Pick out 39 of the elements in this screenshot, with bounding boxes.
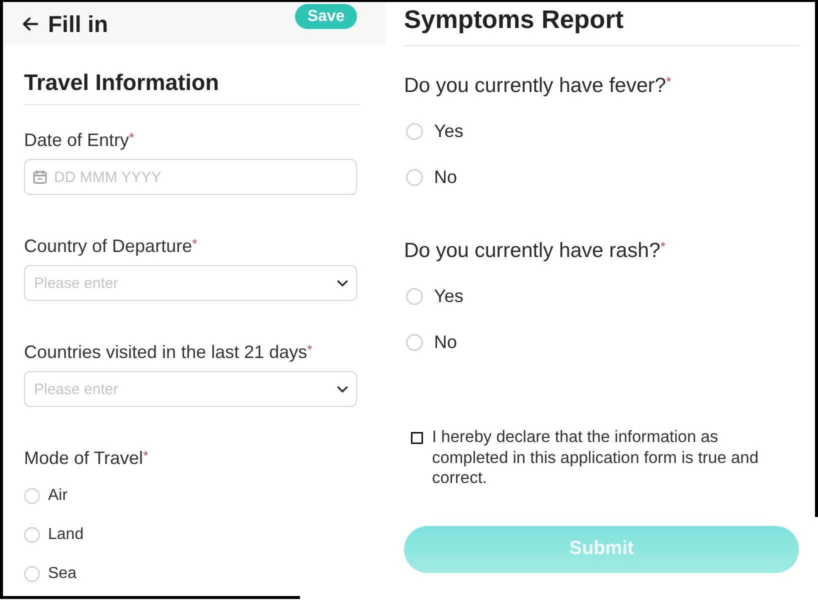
field-label: Countries visited in the last 21 days	[24, 341, 308, 364]
declaration-checkbox[interactable]	[411, 432, 423, 444]
required-asterisk: *	[666, 75, 672, 88]
field-label: Do you currently have rash?	[404, 238, 660, 264]
option-label: Sea	[48, 564, 76, 584]
field-label: Date of Entry	[24, 129, 130, 152]
section-title: Symptoms Report	[404, 5, 624, 36]
required-asterisk: *	[307, 343, 312, 356]
required-asterisk: *	[143, 449, 148, 462]
radio-button[interactable]	[24, 527, 40, 543]
page-title: Fill in	[48, 10, 108, 38]
option-label: No	[434, 166, 458, 189]
field-label: Country of Departure	[24, 235, 192, 258]
back-arrow-icon[interactable]	[22, 16, 38, 30]
radio-button[interactable]	[406, 122, 423, 140]
section-title: Travel Information	[24, 69, 220, 97]
radio-button[interactable]	[406, 288, 423, 304]
required-asterisk: *	[129, 131, 134, 144]
option-label: Yes	[434, 120, 464, 143]
radio-button[interactable]	[24, 488, 40, 504]
chevron-down-icon	[337, 386, 348, 393]
option-label: Air	[48, 486, 68, 506]
save-button[interactable]: Save	[295, 4, 357, 29]
option-label: Yes	[434, 285, 464, 308]
field-label: Mode of Travel	[24, 447, 144, 470]
date-input[interactable]: DD MMM YYYY	[24, 159, 357, 195]
required-asterisk: *	[192, 237, 198, 250]
declaration-text: I hereby declare that the information as completed in this application form is true and correct.	[432, 427, 760, 488]
option-label: Land	[48, 525, 84, 545]
field-label: Do you currently have fever?	[404, 73, 666, 99]
country-select[interactable]: Please enter	[24, 371, 357, 407]
radio-button[interactable]	[406, 168, 423, 186]
radio-button[interactable]	[406, 334, 423, 350]
radio-button[interactable]	[24, 566, 40, 582]
country-select[interactable]: Please enter	[24, 265, 357, 301]
calendar-icon	[33, 170, 47, 184]
option-label: No	[434, 331, 458, 354]
chevron-down-icon	[337, 280, 348, 287]
required-asterisk: *	[660, 240, 666, 253]
